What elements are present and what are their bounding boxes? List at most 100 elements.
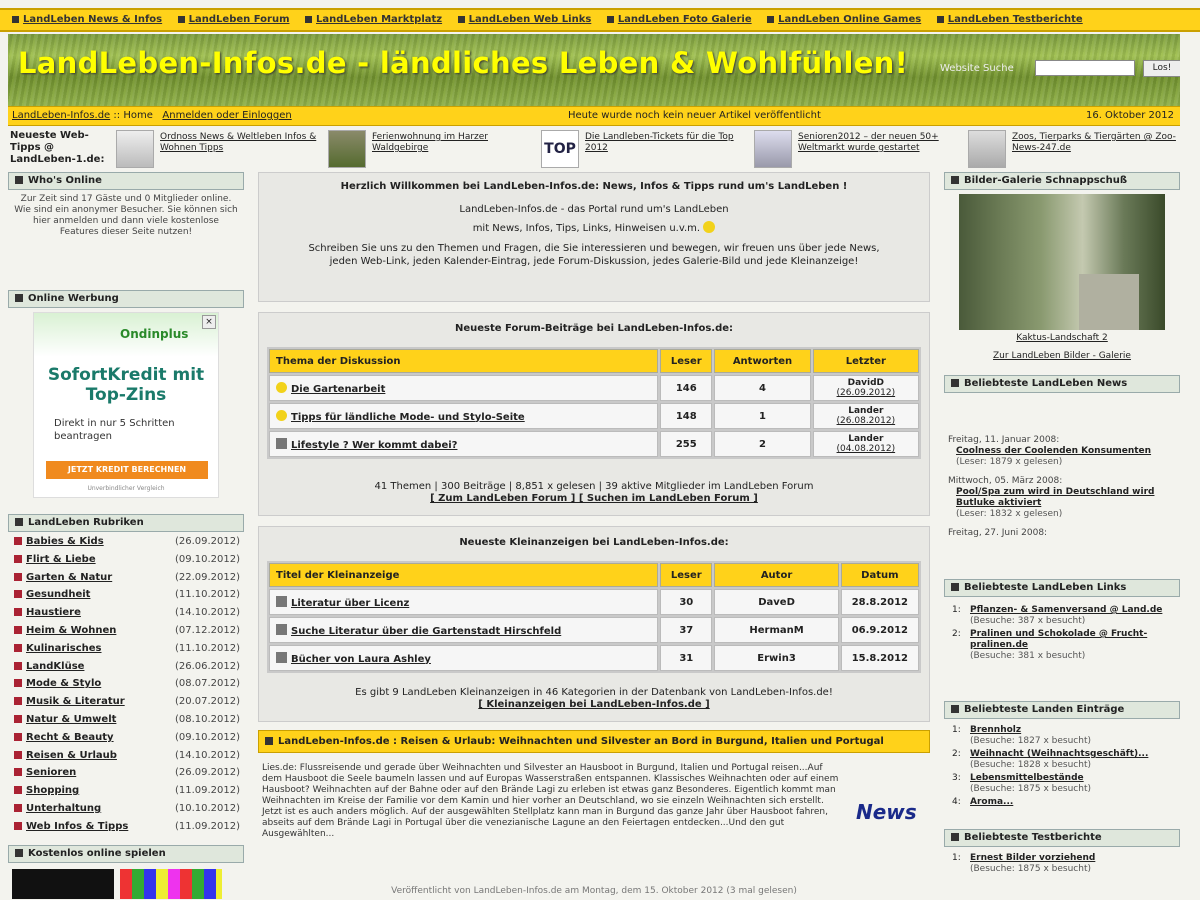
category-name[interactable]: Recht & Beauty (26, 732, 114, 743)
nav-forum[interactable]: LandLeben Forum (178, 10, 290, 30)
last-date[interactable]: (04.08.2012) (837, 444, 896, 454)
classified-link[interactable]: Literatur über Licenz (291, 598, 409, 609)
last-user[interactable]: DavidD (814, 378, 918, 388)
tip-thumbnail[interactable] (116, 130, 154, 168)
item-title[interactable]: Pralinen und Schokolade @ Frucht-praline… (970, 629, 1176, 651)
category-item[interactable]: Heim & Wohnen (07.12.2012) (14, 625, 242, 643)
item-title[interactable]: Ernest Bilder vorziehend (970, 853, 1176, 864)
category-item[interactable]: Haustiere (14.10.2012) (14, 607, 242, 625)
web-tip[interactable]: Senioren2012 – der neuen 50+ Weltmarkt w… (754, 128, 964, 172)
category-item[interactable]: Recht & Beauty (09.10.2012) (14, 732, 242, 750)
item-title[interactable]: Lebensmittelbestände (970, 773, 1176, 784)
ad-cta-button[interactable]: JETZT KREDIT BERECHNEN (46, 461, 208, 479)
nav-games[interactable]: LandLeben Online Games (767, 10, 921, 30)
category-name[interactable]: Gesundheit (26, 589, 90, 600)
last-date[interactable]: (26.09.2012) (837, 388, 896, 398)
tip-text[interactable]: Ordnoss News & Weltleben Infos & Wohnen … (160, 132, 325, 154)
tip-text[interactable]: Die Landleben-Tickets für die Top 2012 (585, 132, 750, 154)
category-name[interactable]: LandKlüse (26, 661, 84, 672)
item-title[interactable]: Aroma... (970, 797, 1176, 808)
category-item[interactable]: Shopping (11.09.2012) (14, 785, 242, 803)
nav-weblinks[interactable]: LandLeben Web Links (458, 10, 592, 30)
category-name[interactable]: Unterhaltung (26, 803, 101, 814)
category-item[interactable]: Unterhaltung (10.10.2012) (14, 803, 242, 821)
nav-marketplace[interactable]: LandLeben Marktplatz (305, 10, 442, 30)
category-name[interactable]: Mode & Stylo (26, 678, 101, 689)
tip-text[interactable]: Senioren2012 – der neuen 50+ Weltmarkt w… (798, 132, 963, 154)
web-tip[interactable]: Ferienwohnung im Harzer Waldgebirge (328, 128, 538, 172)
classified-link[interactable]: Bücher von Laura Ashley (291, 654, 431, 665)
category-name[interactable]: Haustiere (26, 607, 81, 618)
topic-link[interactable]: Die Gartenarbeit (291, 384, 385, 395)
category-name[interactable]: Web Infos & Tipps (26, 821, 128, 832)
item-title[interactable]: Pflanzen- & Samenversand @ Land.de (970, 605, 1176, 616)
news-title[interactable]: Pool/Spa zum wird in Deutschland wird Bu… (948, 487, 1176, 509)
tip-text[interactable]: Zoos, Tierparks & Tiergärten @ Zoo-News-… (1012, 132, 1177, 154)
list-item[interactable]: 2: Pralinen und Schokolade @ Frucht-prali… (952, 629, 1176, 662)
forum-links[interactable]: [ Zum LandLeben Forum ] [ Suchen im Land… (259, 493, 929, 505)
category-name[interactable]: Heim & Wohnen (26, 625, 116, 636)
category-item[interactable]: Mode & Stylo (08.07.2012) (14, 678, 242, 696)
advertisement[interactable]: Ondinplus × SofortKredit mit Top-Zins Di… (33, 312, 219, 498)
nav-tests[interactable]: LandLeben Testberichte (937, 10, 1083, 30)
search-button[interactable]: Los! (1143, 60, 1180, 77)
topic-link[interactable]: Tipps für ländliche Mode- und Stylo-Seit… (291, 412, 525, 423)
category-item[interactable]: Reisen & Urlaub (14.10.2012) (14, 750, 242, 768)
tip-thumbnail[interactable] (328, 130, 366, 168)
list-item[interactable]: 1: Brennholz (Besuche: 1827 x besucht) (952, 725, 1176, 747)
tip-text[interactable]: Ferienwohnung im Harzer Waldgebirge (372, 132, 537, 154)
category-name[interactable]: Musik & Literatur (26, 696, 125, 707)
list-item[interactable]: 1: Ernest Bilder vorziehend (Besuche: 1875… (952, 853, 1176, 875)
nav-gallery[interactable]: LandLeben Foto Galerie (607, 10, 752, 30)
category-item[interactable]: Garten & Natur (22.09.2012) (14, 572, 242, 590)
category-item[interactable]: Web Infos & Tipps (11.09.2012) (14, 821, 242, 839)
category-name[interactable]: Shopping (26, 785, 79, 796)
tip-thumbnail[interactable]: TOP (541, 130, 579, 168)
category-item[interactable]: Gesundheit (11.10.2012) (14, 589, 242, 607)
category-item[interactable]: Musik & Literatur (20.07.2012) (14, 696, 242, 714)
gallery-image[interactable] (959, 194, 1165, 330)
close-icon[interactable]: × (202, 315, 216, 329)
web-tip[interactable]: Zoos, Tierparks & Tiergärten @ Zoo-News-… (968, 128, 1178, 172)
list-item[interactable]: 2: Weihnacht (Weihnachtsgeschäft)... (Besu… (952, 749, 1176, 771)
last-user[interactable]: Lander (814, 406, 918, 416)
category-name[interactable]: Flirt & Liebe (26, 554, 96, 565)
topic-link[interactable]: Lifestyle ? Wer kommt dabei? (291, 440, 457, 451)
breadcrumb-site[interactable]: LandLeben-Infos.de (12, 110, 110, 121)
news-title[interactable]: Coolness der Coolenden Konsumenten (948, 446, 1176, 457)
category-name[interactable]: Kulinarisches (26, 643, 102, 654)
list-item[interactable]: 1: Pflanzen- & Samenversand @ Land.de (Bes… (952, 605, 1176, 627)
category-item[interactable]: Flirt & Liebe (09.10.2012) (14, 554, 242, 572)
gallery-caption[interactable]: Kaktus-Landschaft 2 (944, 333, 1180, 343)
game-thumbnail[interactable] (12, 868, 114, 899)
gallery-link[interactable]: Zur LandLeben Bilder - Galerie (944, 351, 1180, 361)
featured-heading[interactable]: LandLeben-Infos.de : Reisen & Urlaub: We… (258, 730, 930, 753)
web-tip[interactable]: TOP Die Landleben-Tickets für die Top 20… (541, 128, 751, 172)
search-input[interactable] (1035, 60, 1135, 76)
classifieds-link[interactable]: [ Kleinanzeigen bei LandLeben-Infos.de ] (259, 699, 929, 711)
category-item[interactable]: Babies & Kids (26.09.2012) (14, 536, 242, 554)
category-name[interactable]: Senioren (26, 767, 76, 778)
category-name[interactable]: Garten & Natur (26, 572, 112, 583)
category-item[interactable]: Senioren (26.09.2012) (14, 767, 242, 785)
category-item[interactable]: Natur & Umwelt (08.10.2012) (14, 714, 242, 732)
category-item[interactable]: LandKlüse (26.06.2012) (14, 661, 242, 679)
item-title[interactable]: Brennholz (970, 725, 1176, 736)
last-date[interactable]: (26.08.2012) (837, 416, 896, 426)
category-name[interactable]: Reisen & Urlaub (26, 750, 117, 761)
list-item[interactable]: 4: Aroma... (952, 797, 1176, 808)
category-name[interactable]: Natur & Umwelt (26, 714, 116, 725)
tip-thumbnail[interactable] (754, 130, 792, 168)
item-title[interactable]: Weihnacht (Weihnachtsgeschäft)... (970, 749, 1176, 760)
login-link[interactable]: Anmelden oder Einloggen (162, 110, 291, 121)
category-name[interactable]: Babies & Kids (26, 536, 104, 547)
site-title[interactable]: LandLeben-Infos.de - ländliches Leben & … (18, 46, 908, 80)
game-thumbnail[interactable] (120, 868, 222, 899)
web-tip[interactable]: Ordnoss News & Weltleben Infos & Wohnen … (116, 128, 326, 172)
tip-thumbnail[interactable] (968, 130, 1006, 168)
category-item[interactable]: Kulinarisches (11.10.2012) (14, 643, 242, 661)
last-user[interactable]: Lander (814, 434, 918, 444)
list-item[interactable]: 3: Lebensmittelbestände (Besuche: 1875 x b… (952, 773, 1176, 795)
classified-link[interactable]: Suche Literatur über die Gartenstadt Hir… (291, 626, 561, 637)
nav-news[interactable]: LandLeben News & Infos (12, 10, 162, 30)
